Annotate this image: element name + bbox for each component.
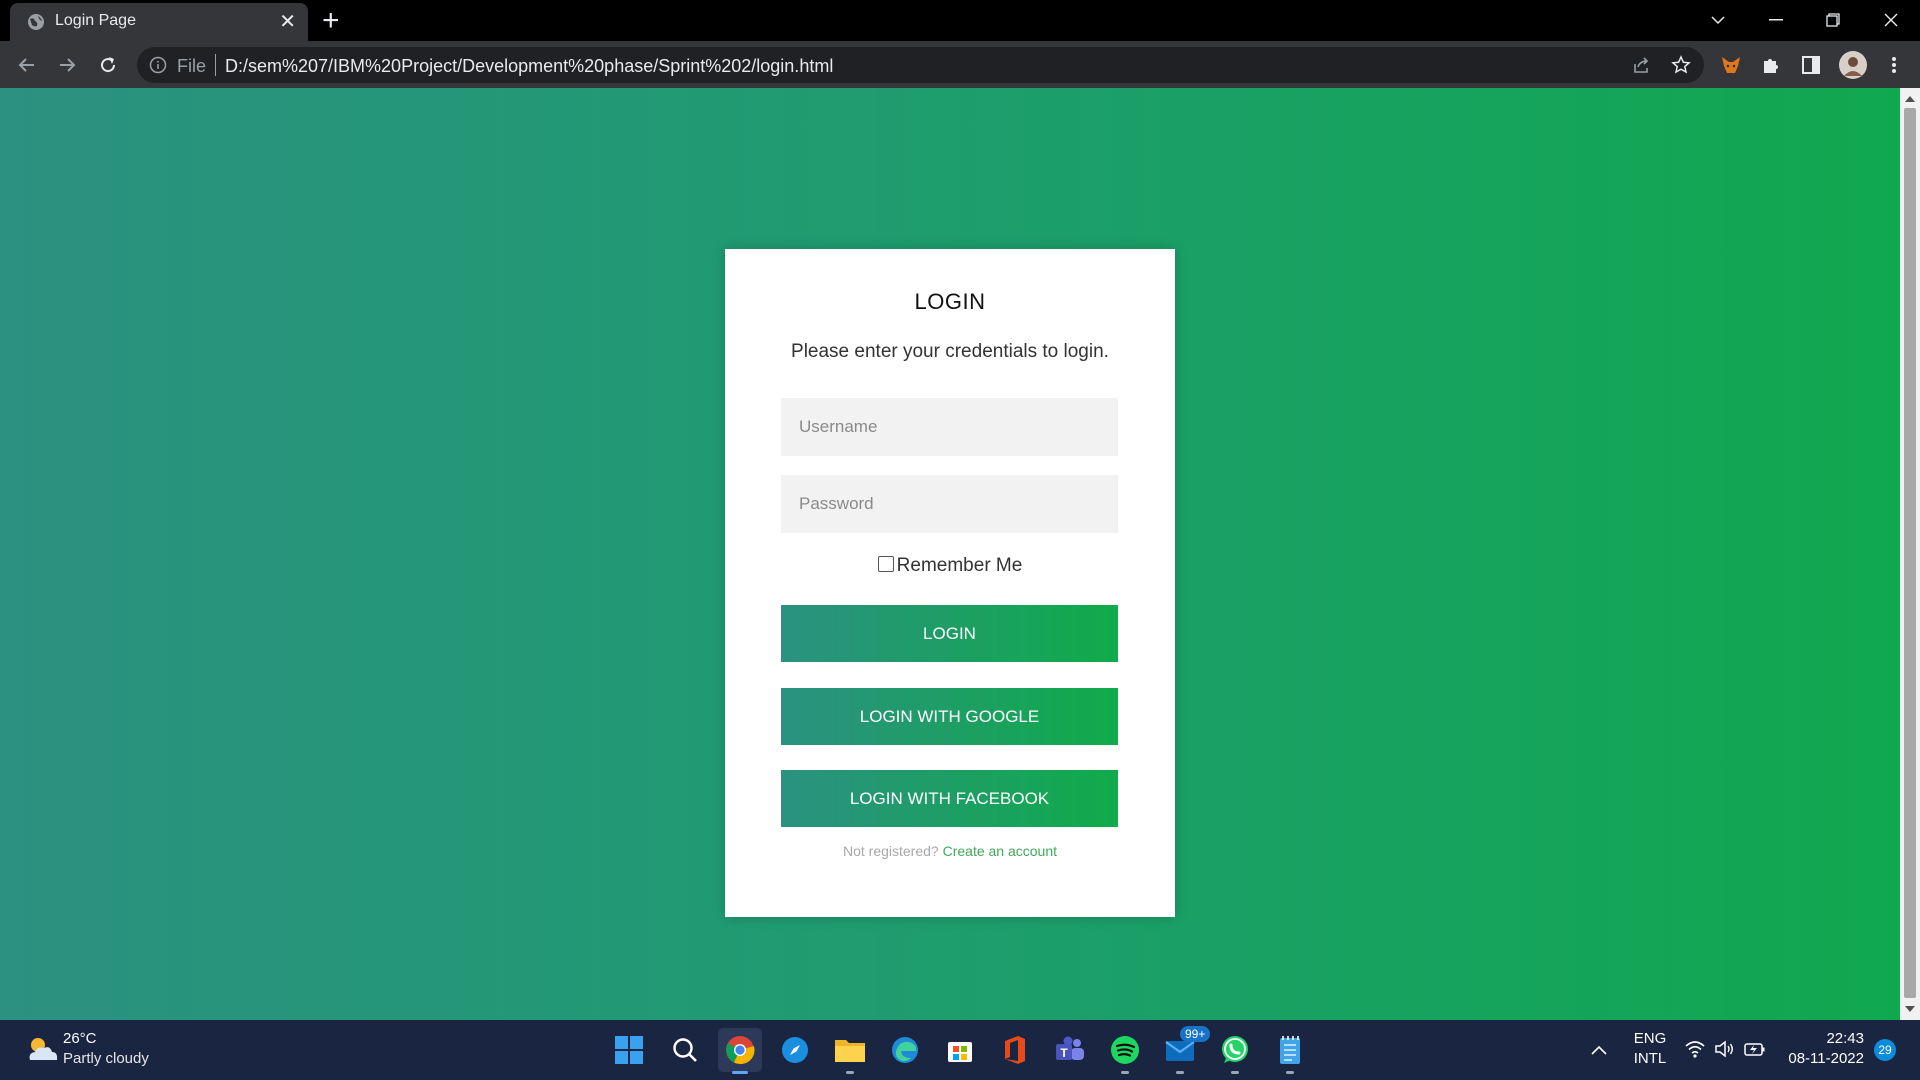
tab-title: Login Page <box>55 12 136 29</box>
login-subtitle: Please enter your credentials to login. <box>791 341 1109 362</box>
scrollbar-thumb[interactable] <box>1904 108 1916 998</box>
scroll-down-arrow[interactable] <box>1905 1006 1915 1012</box>
close-tab-icon[interactable]: ✕ <box>279 9 296 34</box>
partly-cloudy-icon[interactable] <box>22 1030 62 1070</box>
file-explorer-icon[interactable] <box>828 1028 872 1074</box>
svg-text:T: T <box>1060 1046 1068 1060</box>
forward-button[interactable] <box>53 51 81 79</box>
remember-me-checkbox[interactable] <box>877 556 894 572</box>
weather-description[interactable]: Partly cloudy <box>63 1050 149 1067</box>
profile-avatar[interactable] <box>1839 51 1867 79</box>
notepad-running-indicator <box>1286 1071 1294 1074</box>
whatsapp-icon[interactable] <box>1213 1028 1257 1074</box>
minimize-button[interactable] <box>1748 0 1804 40</box>
register-prompt: Not registered? Create an account <box>725 843 1175 859</box>
bookmark-star-icon[interactable] <box>1671 55 1691 75</box>
page-viewport: LOGIN Please enter your credentials to l… <box>0 88 1900 1020</box>
username-input[interactable] <box>781 398 1118 456</box>
chrome-icon[interactable] <box>718 1028 762 1074</box>
close-window-button[interactable] <box>1863 0 1919 40</box>
share-icon[interactable] <box>1631 55 1651 75</box>
not-registered-text: Not registered? <box>842 843 939 859</box>
remember-me-row: Remember Me <box>725 555 1175 577</box>
login-button[interactable]: LOGIN <box>781 605 1118 662</box>
start-icon[interactable] <box>607 1028 651 1072</box>
whatsapp-running-indicator <box>1231 1071 1239 1074</box>
safari-icon[interactable] <box>773 1028 817 1072</box>
url-text[interactable]: D:/sem%207/IBM%20Project/Development%20p… <box>225 56 833 77</box>
weather-temperature[interactable]: 26°C <box>63 1030 97 1047</box>
login-with-facebook-button[interactable]: LOGIN WITH FACEBOOK <box>781 770 1118 827</box>
metamask-extension-icon[interactable] <box>1719 53 1743 77</box>
side-panel-icon[interactable] <box>1799 53 1823 77</box>
create-account-link[interactable]: Create an account <box>943 843 1057 859</box>
mail-unread-badge: 99+ <box>1180 1026 1211 1042</box>
password-input[interactable] <box>781 475 1118 533</box>
language-indicator[interactable]: ENG <box>1630 1030 1670 1047</box>
browser-tab-strip: Login Page ✕ + <box>0 0 1920 41</box>
spotify-running-indicator <box>1121 1071 1129 1074</box>
site-info-icon[interactable] <box>149 56 167 74</box>
keyboard-layout-indicator[interactable]: INTL <box>1630 1050 1670 1067</box>
wifi-icon[interactable] <box>1685 1040 1705 1058</box>
remember-me-label[interactable]: Remember Me <box>897 555 1023 576</box>
restore-button[interactable] <box>1805 0 1861 40</box>
mail-icon[interactable]: 99+ <box>1158 1026 1211 1074</box>
notepad-icon[interactable] <box>1268 1028 1312 1074</box>
scroll-up-arrow[interactable] <box>1905 96 1915 102</box>
url-scheme-label: File <box>177 56 207 76</box>
browser-tab[interactable]: Login Page ✕ <box>10 3 308 41</box>
battery-charging-icon[interactable] <box>1744 1040 1766 1058</box>
login-card: LOGIN Please enter your credentials to l… <box>725 249 1175 917</box>
spotify-icon[interactable] <box>1103 1028 1147 1074</box>
login-with-google-button[interactable]: LOGIN WITH GOOGLE <box>781 688 1118 745</box>
back-button[interactable] <box>13 51 41 79</box>
chrome-running-indicator <box>732 1071 748 1074</box>
extensions-puzzle-icon[interactable] <box>1759 53 1783 77</box>
notification-count-badge[interactable]: 29 <box>1874 1039 1896 1061</box>
browser-menu-icon[interactable] <box>1882 53 1906 77</box>
globe-icon <box>28 14 44 30</box>
edge-icon[interactable] <box>883 1028 927 1072</box>
windows-taskbar: 26°C Partly cloudy T 99+ ENG INTL 22:43 … <box>0 1020 1920 1080</box>
clock-time[interactable]: 22:43 <box>1780 1030 1864 1047</box>
login-heading: LOGIN <box>914 289 986 314</box>
show-hidden-icons-chevron-icon[interactable] <box>1584 1028 1614 1072</box>
microsoft-store-icon[interactable] <box>938 1028 982 1072</box>
new-tab-button[interactable]: + <box>322 4 340 38</box>
browser-toolbar: File D:/sem%207/IBM%20Project/Developmen… <box>0 41 1920 88</box>
search-icon[interactable] <box>663 1028 707 1072</box>
tab-search-chevron-icon[interactable] <box>1690 0 1746 40</box>
address-bar[interactable]: File D:/sem%207/IBM%20Project/Developmen… <box>137 47 1704 83</box>
explorer-running-indicator <box>846 1071 854 1074</box>
mail-running-indicator <box>1176 1071 1184 1074</box>
office-icon[interactable] <box>993 1028 1037 1072</box>
reload-button[interactable] <box>94 51 122 79</box>
clock-date[interactable]: 08-11-2022 <box>1780 1050 1864 1067</box>
teams-icon[interactable]: T <box>1048 1028 1092 1072</box>
url-separator <box>215 54 216 76</box>
volume-icon[interactable] <box>1714 1040 1734 1058</box>
page-scrollbar[interactable] <box>1900 88 1920 1020</box>
